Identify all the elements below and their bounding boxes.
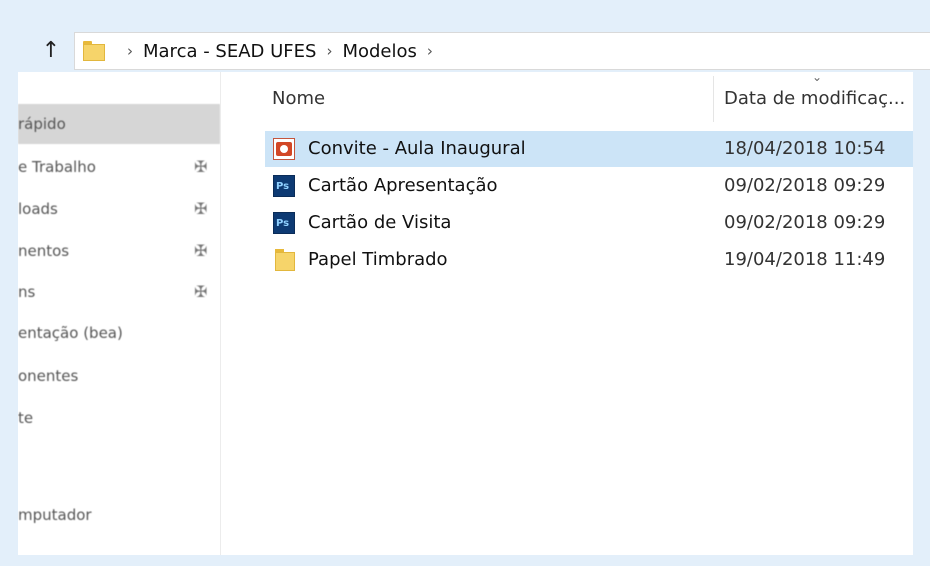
navigation-pane: rápido e Trabalho ✠ loads ✠ nentos ✠ ns ✠ en…	[18, 72, 221, 555]
photoshop-icon: Ps	[273, 175, 295, 197]
file-date: 18/04/2018 10:54	[724, 138, 886, 159]
main-panel: rápido e Trabalho ✠ loads ✠ nentos ✠ ns ✠ en…	[18, 70, 913, 555]
file-row[interactable]: Ps Cartão de Visita 09/02/2018 09:29	[265, 205, 913, 241]
sidebar-item-label: ns	[18, 283, 36, 301]
chevron-right-icon[interactable]: ›	[127, 42, 133, 60]
file-list: Nome ⌄ Data de modificaç... Convite - Au…	[220, 70, 913, 555]
breadcrumb-modelos[interactable]: Modelos	[342, 41, 416, 62]
sidebar-item-label: onentes	[18, 367, 79, 385]
sidebar-item[interactable]: onentes	[18, 356, 220, 396]
sidebar-item[interactable]: rápido	[18, 104, 220, 144]
file-row[interactable]: Papel Timbrado 19/04/2018 11:49	[265, 242, 913, 278]
pin-icon: ✠	[194, 241, 208, 260]
address-bar[interactable]: › Marca - SEAD UFES › Modelos ›	[74, 32, 930, 70]
column-header: Nome ⌄ Data de modificaç...	[220, 70, 913, 128]
file-date: 09/02/2018 09:29	[724, 175, 886, 196]
file-name: Convite - Aula Inaugural	[308, 138, 526, 159]
sidebar-item-label: nentos	[18, 242, 70, 260]
file-date: 09/02/2018 09:29	[724, 212, 886, 233]
sidebar-item-label: te	[18, 409, 34, 427]
column-header-name[interactable]: Nome	[272, 88, 325, 109]
sidebar-item[interactable]: te	[18, 398, 220, 438]
sidebar-item[interactable]: loads ✠	[18, 189, 220, 229]
sidebar-item-label: entação (bea)	[18, 324, 123, 342]
file-name: Cartão Apresentação	[308, 175, 498, 196]
chevron-right-icon[interactable]: ›	[427, 42, 433, 60]
folder-icon	[273, 249, 295, 271]
up-arrow-icon[interactable]: ↑	[38, 38, 64, 64]
pin-icon: ✠	[194, 157, 208, 176]
pin-icon: ✠	[194, 199, 208, 218]
sidebar-item-label: loads	[18, 200, 58, 218]
sort-chevron-icon: ⌄	[812, 70, 823, 84]
sidebar-item[interactable]: nentos ✠	[18, 231, 220, 271]
pin-icon: ✠	[194, 282, 208, 301]
photoshop-icon: Ps	[273, 212, 295, 234]
sidebar-item[interactable]: mputador	[18, 495, 220, 535]
file-name: Papel Timbrado	[308, 249, 448, 270]
breadcrumb-marca[interactable]: Marca - SEAD UFES	[143, 41, 316, 62]
navigation-bar: ↑ › Marca - SEAD UFES › Modelos ›	[18, 32, 930, 72]
folder-icon	[83, 41, 105, 61]
column-header-date[interactable]: Data de modificaç...	[724, 88, 905, 109]
sidebar-item-label: rápido	[18, 115, 66, 133]
sidebar-item[interactable]: e Trabalho ✠	[18, 147, 220, 187]
file-row[interactable]: Convite - Aula Inaugural 18/04/2018 10:5…	[265, 131, 913, 167]
sidebar-item-label: mputador	[18, 506, 92, 524]
file-date: 19/04/2018 11:49	[724, 249, 886, 270]
sidebar-item-label: e Trabalho	[18, 158, 96, 176]
chevron-right-icon[interactable]: ›	[326, 42, 332, 60]
file-name: Cartão de Visita	[308, 212, 452, 233]
powerpoint-icon	[273, 138, 295, 160]
file-row[interactable]: Ps Cartão Apresentação 09/02/2018 09:29	[265, 168, 913, 204]
sidebar-item[interactable]: ns ✠	[18, 272, 220, 312]
column-divider[interactable]	[713, 76, 714, 122]
sidebar-item[interactable]: entação (bea)	[18, 313, 220, 353]
